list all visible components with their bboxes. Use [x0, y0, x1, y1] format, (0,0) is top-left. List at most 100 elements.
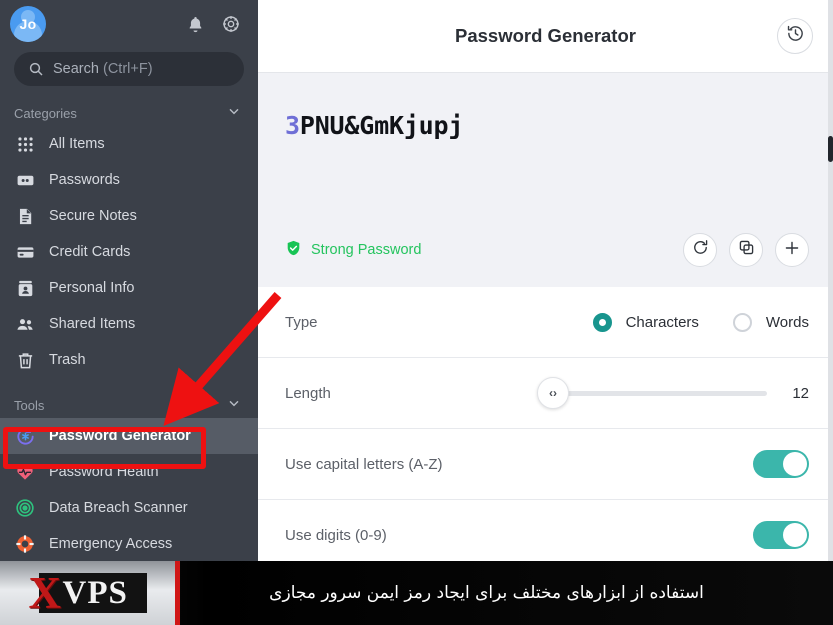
search-placeholder: Search (Ctrl+F) [53, 61, 153, 77]
status-badge: Strong Password [285, 239, 421, 262]
banner-caption: استفاده از ابزارهای مختلف برای ایجاد رمز… [269, 583, 704, 603]
page-title: Password Generator [455, 25, 636, 46]
grid-icon [14, 133, 36, 155]
type-radio-group: Characters Words [592, 312, 809, 332]
sidebar-item-label: Shared Items [49, 316, 136, 332]
sidebar-item-label: Emergency Access [49, 536, 173, 552]
toggle-knob [783, 523, 807, 547]
radio-words[interactable]: Words [732, 312, 809, 332]
bottom-banner: VPS X استفاده از ابزارهای مختلف برای ایج… [0, 561, 833, 625]
logo-x-text: X [28, 568, 62, 618]
option-label-digits: Use digits (0-9) [285, 526, 387, 544]
sidebar-item-label: Password Health [49, 464, 159, 480]
digits-toggle-wrap [753, 521, 809, 549]
sidebar-section-categories[interactable]: Categories [0, 100, 258, 126]
strength-label: Strong Password [311, 242, 422, 258]
password-display-panel: 3PNU&GmKjupj Strong Password [258, 73, 833, 287]
sidebar-item-label: Secure Notes [49, 208, 137, 224]
sidebar-item-label: Passwords [49, 172, 120, 188]
radio-words-indicator[interactable] [732, 312, 752, 332]
gear-icon[interactable] [220, 13, 242, 35]
length-value: 12 [792, 384, 809, 402]
radio-characters-indicator[interactable] [592, 312, 612, 332]
chevron-down-icon[interactable] [226, 395, 242, 416]
sidebar-item-label: Credit Cards [49, 244, 131, 260]
option-label-capital-letters: Use capital letters (A-Z) [285, 455, 443, 473]
sidebar: Jo Search (Ctrl+F) Categories All Items … [0, 0, 258, 625]
generated-password[interactable]: 3PNU&GmKjupj [285, 111, 809, 140]
password-first-char: 3 [285, 111, 300, 140]
xvps-logo: VPS X [0, 561, 180, 625]
copy-button[interactable] [729, 233, 763, 267]
length-slider-wrap: ‹› 12 [537, 377, 809, 409]
radio-words-label: Words [765, 313, 809, 331]
sidebar-item-emergency-access[interactable]: Emergency Access [0, 526, 258, 562]
regenerate-button[interactable] [683, 233, 717, 267]
chevron-down-icon[interactable] [226, 103, 242, 124]
option-row-length: Length ‹› 12 [258, 358, 833, 429]
section-title-tools: Tools [14, 397, 45, 413]
shield-check-icon [285, 239, 302, 262]
radio-characters-label: Characters [625, 313, 699, 331]
sidebar-item-password-health[interactable]: Password Health [0, 454, 258, 490]
copy-icon [738, 239, 755, 261]
app-root: Jo Search (Ctrl+F) Categories All Items … [0, 0, 833, 625]
section-title-categories: Categories [14, 105, 77, 121]
add-button[interactable] [775, 233, 809, 267]
capital-letters-toggle[interactable] [753, 450, 809, 478]
capital-letters-toggle-wrap [753, 450, 809, 478]
sidebar-header-actions [184, 13, 242, 35]
people-icon [14, 313, 36, 335]
sidebar-item-label: Data Breach Scanner [49, 500, 188, 516]
sidebar-item-secure-notes[interactable]: Secure Notes [0, 198, 258, 234]
sidebar-item-all-items[interactable]: All Items [0, 126, 258, 162]
heart-pulse-icon [14, 461, 36, 483]
radar-icon [14, 497, 36, 519]
sidebar-item-password-generator[interactable]: Password Generator [0, 418, 258, 454]
option-row-capital-letters: Use capital letters (A-Z) [258, 429, 833, 500]
logo-vps-text: VPS [62, 575, 128, 611]
option-label-length: Length [285, 384, 331, 402]
option-label-type: Type [285, 313, 318, 331]
life-ring-icon [14, 533, 36, 555]
sidebar-item-trash[interactable]: Trash [0, 342, 258, 378]
sidebar-item-label: Trash [49, 352, 86, 368]
main-panel: Password Generator 3PNU&GmKjupj Strong P… [258, 0, 833, 625]
password-rest: PNU&GmKjupj [299, 111, 464, 140]
sidebar-header: Jo [0, 0, 258, 48]
main-header: Password Generator [258, 0, 833, 73]
history-button[interactable] [777, 18, 813, 54]
toggle-knob [783, 452, 807, 476]
password-panel-footer: Strong Password [285, 233, 809, 267]
credit-card-icon [14, 241, 36, 263]
id-card-icon [14, 277, 36, 299]
sidebar-item-label: All Items [49, 136, 105, 152]
plus-icon [783, 239, 801, 262]
option-row-type: Type Characters Words [258, 287, 833, 358]
sidebar-item-credit-cards[interactable]: Credit Cards [0, 234, 258, 270]
search-icon [29, 62, 43, 76]
password-card-icon [14, 169, 36, 191]
generator-icon [14, 425, 36, 447]
search-input[interactable]: Search (Ctrl+F) [14, 52, 244, 86]
bell-icon[interactable] [184, 13, 206, 35]
avatar[interactable]: Jo [10, 6, 46, 42]
sidebar-item-passwords[interactable]: Passwords [0, 162, 258, 198]
sidebar-section-tools[interactable]: Tools [0, 392, 258, 418]
scrollbar-track[interactable] [828, 0, 833, 625]
sidebar-item-personal-info[interactable]: Personal Info [0, 270, 258, 306]
radio-characters[interactable]: Characters [592, 312, 699, 332]
length-slider[interactable]: ‹› [537, 377, 767, 409]
sidebar-item-label: Password Generator [49, 428, 191, 444]
digits-toggle[interactable] [753, 521, 809, 549]
sidebar-item-data-breach-scanner[interactable]: Data Breach Scanner [0, 490, 258, 526]
scrollbar-thumb[interactable] [828, 136, 833, 162]
avatar-initials: Jo [19, 16, 37, 32]
password-actions [683, 233, 809, 267]
slider-thumb[interactable]: ‹› [537, 377, 569, 409]
note-icon [14, 205, 36, 227]
trash-icon [14, 349, 36, 371]
sidebar-item-shared-items[interactable]: Shared Items [0, 306, 258, 342]
sidebar-item-label: Personal Info [49, 280, 135, 296]
refresh-icon [692, 239, 709, 261]
